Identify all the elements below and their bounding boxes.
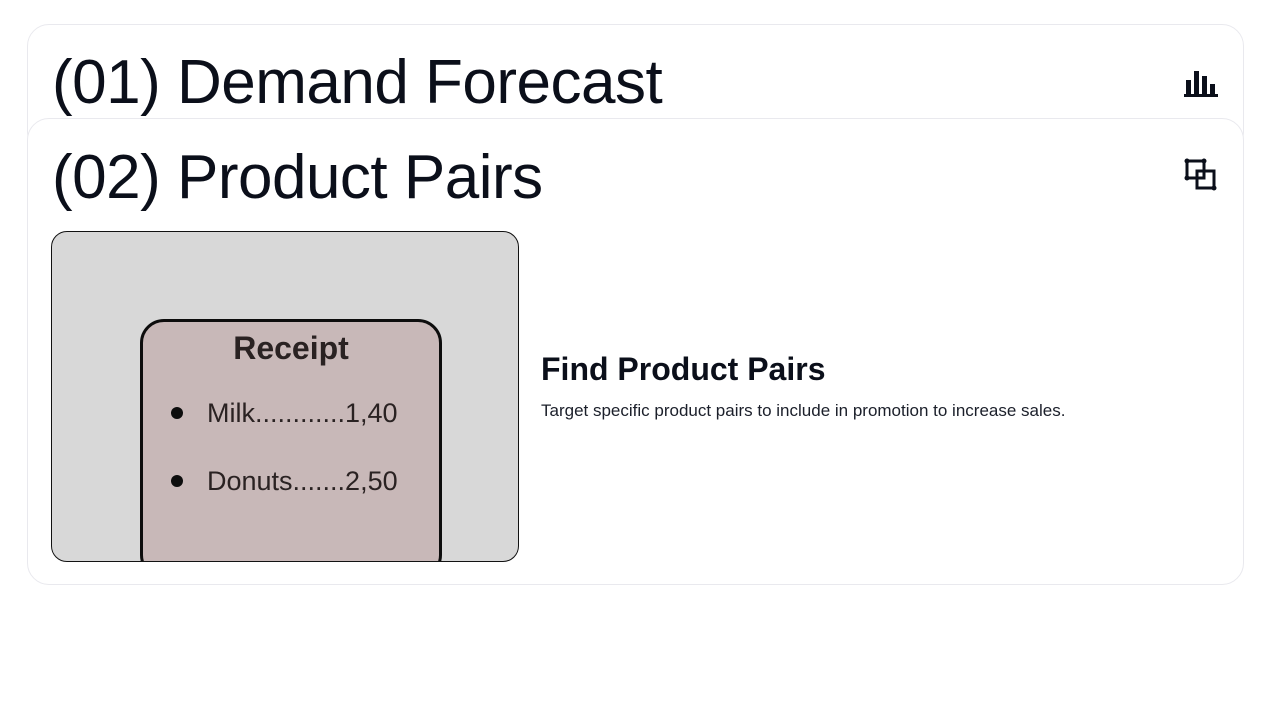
product-pairs-icon xyxy=(1183,157,1219,193)
receipt-title: Receipt xyxy=(233,330,349,366)
card-title-product-pairs: (02) Product Pairs xyxy=(52,143,543,212)
receipt-list: Milk............1,40 Donuts.......2,50 xyxy=(171,392,398,528)
bar-chart-icon-graphic xyxy=(1184,71,1218,97)
feature-title: Find Product Pairs xyxy=(541,351,826,387)
receipt-item: Milk............1,40 xyxy=(171,392,398,434)
bullet-icon xyxy=(171,407,183,419)
product-pairs-card[interactable]: (02) Product Pairs Receipt Milk.........… xyxy=(27,118,1244,585)
card-title-demand-forecast: (01) Demand Forecast xyxy=(52,48,663,117)
feature-description: Target specific product pairs to include… xyxy=(541,401,1066,420)
receipt-item-text: Donuts.......2,50 xyxy=(207,465,398,496)
bar-chart-icon xyxy=(1183,64,1219,100)
receipt-item-text: Milk............1,40 xyxy=(207,397,398,428)
receipt-item: Donuts.......2,50 xyxy=(171,460,398,502)
bullet-icon xyxy=(171,475,183,487)
receipt: Receipt Milk............1,40 Donuts.....… xyxy=(140,319,442,561)
product-pairs-icon-graphic xyxy=(1184,158,1217,191)
receipt-illustration: Receipt Milk............1,40 Donuts.....… xyxy=(51,231,519,562)
page: (01) Demand Forecast (02) Product Pairs xyxy=(0,0,1280,715)
